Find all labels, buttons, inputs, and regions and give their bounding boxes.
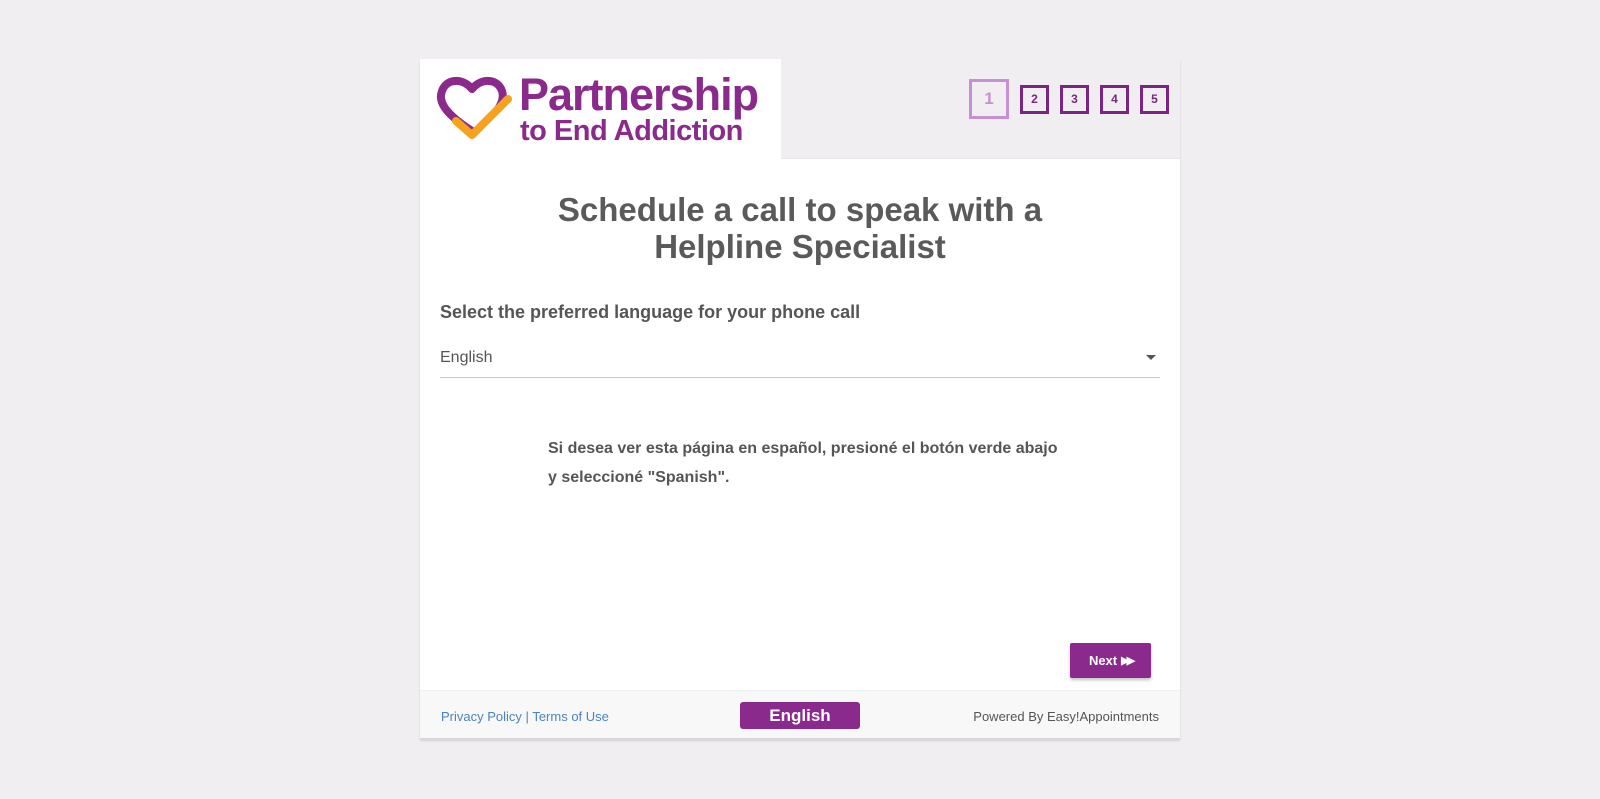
caret-down-icon <box>1146 355 1156 360</box>
step-indicator: 1 2 3 4 5 <box>969 79 1180 119</box>
step-2[interactable]: 2 <box>1020 84 1049 114</box>
step-5[interactable]: 5 <box>1140 84 1169 114</box>
logo: Partnership to End Addiction <box>420 59 781 159</box>
step-3[interactable]: 3 <box>1060 84 1089 114</box>
next-button-label: Next <box>1088 653 1118 668</box>
page-title: Schedule a call to speak with a Helpline… <box>557 191 1043 265</box>
next-button[interactable]: Next ▶▶ <box>1070 643 1151 678</box>
language-label: Select the preferred language for your p… <box>440 302 861 322</box>
language-select[interactable]: English <box>440 339 1160 378</box>
heart-check-icon <box>436 77 512 139</box>
step-4[interactable]: 4 <box>1100 84 1129 114</box>
header: Partnership to End Addiction 1 2 3 4 5 <box>420 59 1180 159</box>
language-toggle-button[interactable]: English <box>740 702 860 729</box>
language-select-value: English <box>440 349 493 366</box>
spanish-notice: Si desea ver esta página en español, pre… <box>548 440 1058 486</box>
logo-text-tagline: to End Addiction <box>520 115 743 147</box>
booking-frame: Partnership to End Addiction 1 2 3 4 5 S… <box>420 59 1180 740</box>
footer-separator: | <box>525 709 529 724</box>
footer: Privacy Policy | Terms of Use English Po… <box>420 690 1180 740</box>
step-1[interactable]: 1 <box>969 79 1009 119</box>
terms-of-use-link[interactable]: Terms of Use <box>532 709 609 724</box>
footer-links: Privacy Policy | Terms of Use <box>441 709 609 724</box>
fast-forward-icon: ▶▶ <box>1121 655 1135 667</box>
privacy-policy-link[interactable]: Privacy Policy <box>441 709 522 724</box>
powered-by-text: Powered By Easy!Appointments <box>973 709 1159 724</box>
logo-text-partnership: Partnership <box>519 69 759 120</box>
